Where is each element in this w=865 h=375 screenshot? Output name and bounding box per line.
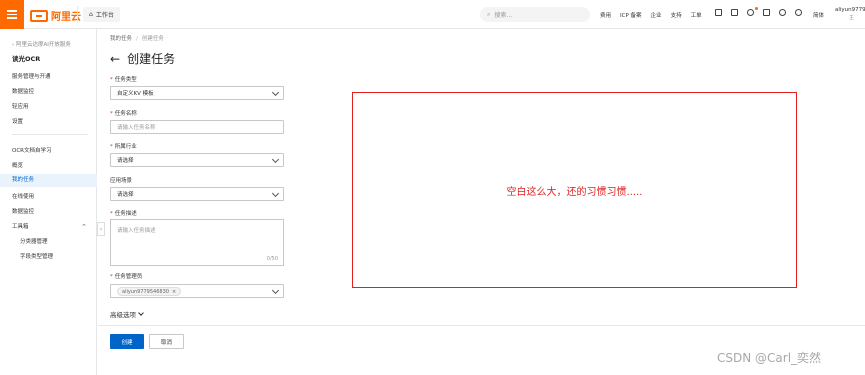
admin-tag[interactable]: aliyun9779546830 × [117, 287, 182, 296]
breadcrumb: 我的任务 / 创建任务 [110, 36, 164, 42]
desc-counter: 0/50 [266, 256, 278, 262]
admin-label: * 任务管理员 [110, 274, 143, 280]
sidebar-item-data-monitor[interactable]: 数据监控 [12, 207, 34, 215]
create-button[interactable]: 创建 [110, 334, 144, 349]
desc-textarea[interactable]: 请输入任务描述 0/50 [110, 219, 284, 266]
sidebar-item-toolbox[interactable]: 工具箱 [12, 222, 29, 230]
sidebar-item-ocr-learning[interactable]: OCR文档自学习 [12, 146, 52, 154]
chevron-down-icon [271, 88, 280, 97]
home-icon: ⌂ [89, 11, 93, 18]
annotation-text: 空白这么大，还的习惯习惯..... [506, 186, 643, 198]
sidebar-item-settings[interactable]: 设置 [12, 117, 23, 125]
top-link-icp[interactable]: ICP 备案 [620, 11, 642, 19]
workbench-button[interactable]: ⌂ 工作台 [83, 7, 120, 22]
divider [77, 6, 78, 23]
user-name: aliyun9779 [835, 7, 865, 13]
sidebar-collapse-button[interactable]: ‹ [97, 222, 105, 236]
brand-logo[interactable]: 阿里云 [30, 8, 81, 23]
notification-dot [755, 7, 758, 10]
scene-select[interactable]: 请选择 [110, 187, 284, 201]
chevron-down-icon [271, 286, 280, 295]
chevron-down-icon [271, 155, 280, 164]
breadcrumb-current: 创建任务 [141, 36, 164, 42]
search-icon: ⌕ [487, 10, 491, 18]
watermark: CSDN @Carl_奕然 [717, 351, 822, 365]
industry-placeholder: 请选择 [117, 158, 134, 164]
sidebar-item-online[interactable]: 在线使用 [12, 192, 34, 200]
top-icons [715, 9, 802, 16]
page-title-text: 创建任务 [127, 52, 176, 66]
task-name-input[interactable]: 请输入任务名称 [110, 120, 284, 134]
top-bar: 阿里云 ⌂ 工作台 ⌕ 搜索... 费用 ICP 备案 企业 支持 工单 简体 … [0, 0, 865, 29]
chevron-down-icon [138, 310, 144, 316]
language-switch[interactable]: 简体 [813, 11, 824, 19]
screen-icon[interactable] [715, 9, 722, 16]
sidebar-item-classifier[interactable]: 分类器管理 [20, 237, 48, 245]
admin-tag-text: aliyun9779546830 [122, 288, 169, 295]
top-link-ticket[interactable]: 工单 [691, 11, 702, 19]
chevron-down-icon [271, 189, 280, 198]
bulb-icon[interactable] [779, 9, 786, 16]
task-type-label: * 任务类型 [110, 77, 137, 83]
task-type-select[interactable]: 自定义KV 模板 [110, 86, 284, 100]
sidebar-divider [12, 134, 88, 135]
aliyun-logo-icon [30, 9, 48, 22]
sidebar: ‹ 阿里云达摩AI开放服务 读光OCR 服务管理与开通 数据监控 轻应用 设置 … [0, 29, 97, 375]
footer-divider [98, 325, 865, 326]
cart-icon[interactable] [763, 9, 770, 16]
industry-select[interactable]: 请选择 [110, 153, 284, 167]
top-link-enterprise[interactable]: 企业 [651, 11, 662, 19]
back-arrow-icon[interactable]: ← [110, 52, 120, 66]
sidebar-item-service[interactable]: 服务管理与开通 [12, 72, 51, 80]
search-input[interactable]: ⌕ 搜索... [480, 7, 590, 22]
sidebar-item-lite-app[interactable]: 轻应用 [12, 102, 29, 110]
sidebar-title: 读光OCR [12, 55, 41, 63]
close-icon[interactable]: × [172, 289, 176, 295]
workbench-label: 工作台 [95, 12, 114, 19]
sidebar-item-overview[interactable]: 概览 [12, 161, 23, 169]
help-icon[interactable] [795, 9, 802, 16]
sidebar-item-field-types[interactable]: 字段类型管理 [20, 252, 53, 260]
top-link-fees[interactable]: 费用 [600, 11, 611, 19]
cancel-button[interactable]: 取消 [149, 334, 184, 349]
scene-placeholder: 请选择 [117, 192, 134, 198]
advanced-options-toggle[interactable]: 高级选项 [110, 309, 144, 319]
user-account[interactable]: aliyun9779 主 [835, 6, 865, 22]
bell-icon[interactable] [747, 9, 754, 16]
breadcrumb-my-tasks[interactable]: 我的任务 [110, 36, 132, 42]
admin-select[interactable]: aliyun9779546830 × [110, 284, 284, 298]
sidebar-item-monitor[interactable]: 数据监控 [12, 87, 34, 95]
user-role: 主 [849, 15, 855, 21]
sidebar-item-my-tasks[interactable]: 我的任务 [0, 174, 97, 187]
search-placeholder: 搜索... [494, 12, 513, 19]
top-link-support[interactable]: 支持 [671, 11, 682, 19]
annotation-box: 空白这么大，还的习惯习惯..... [352, 92, 797, 288]
advanced-options-label: 高级选项 [110, 311, 136, 319]
task-name-label: * 任务名称 [110, 111, 137, 117]
mail-icon[interactable] [731, 9, 738, 16]
menu-icon[interactable] [0, 0, 24, 29]
page-title: ← 创建任务 [110, 50, 175, 67]
desc-placeholder: 请输入任务描述 [117, 228, 156, 234]
task-name-placeholder: 请输入任务名称 [117, 125, 156, 131]
scene-label: 应用场景 [110, 178, 133, 184]
task-type-value: 自定义KV 模板 [117, 91, 154, 97]
top-links: 费用 ICP 备案 企业 支持 工单 [600, 11, 702, 19]
chevron-up-icon[interactable]: ⌃ [81, 223, 87, 231]
desc-label: * 任务描述 [110, 211, 137, 217]
sidebar-back-link[interactable]: ‹ 阿里云达摩AI开放服务 [12, 40, 71, 48]
industry-label: * 所属行业 [110, 144, 137, 150]
